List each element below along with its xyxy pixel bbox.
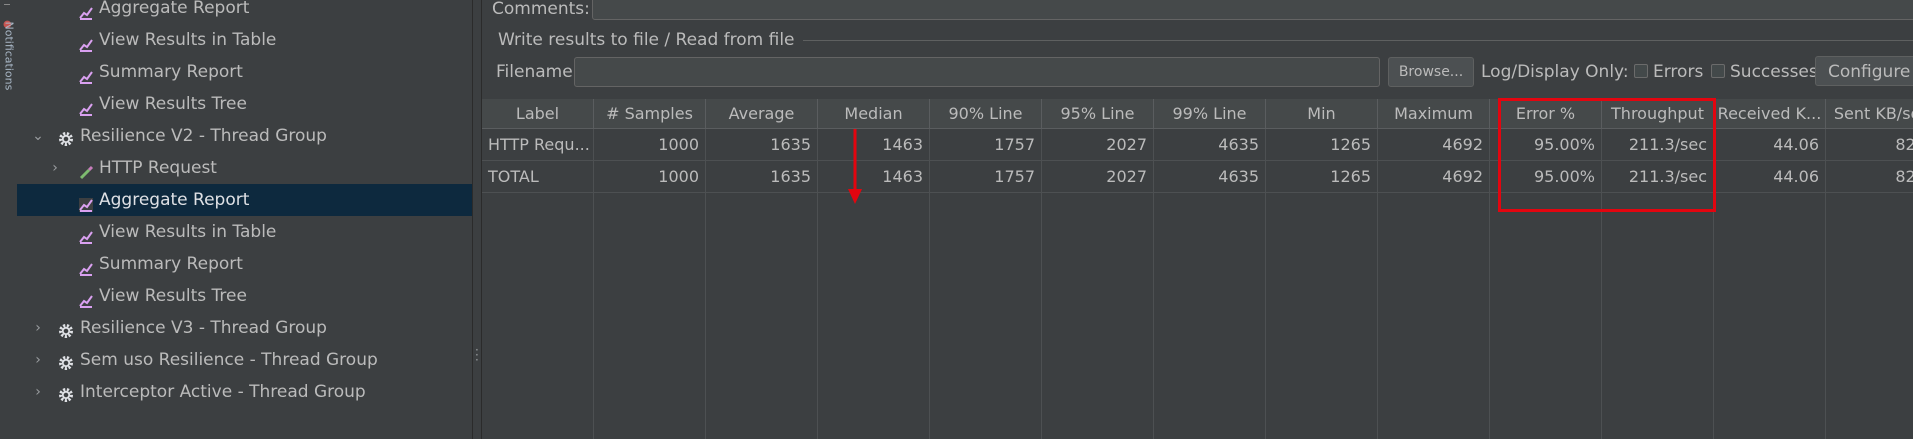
- tree-item[interactable]: Summary Report: [17, 56, 472, 88]
- tree-item-label: View Results Tree: [99, 94, 247, 114]
- gear-icon: [57, 319, 73, 338]
- column-header[interactable]: Min: [1266, 99, 1378, 129]
- table-cell[interactable]: 1757: [930, 161, 1042, 193]
- gear-icon: [57, 351, 73, 370]
- table-cell[interactable]: 4692: [1378, 129, 1490, 161]
- table-cell[interactable]: 2027: [1042, 129, 1154, 161]
- column-header[interactable]: Received K...: [1714, 99, 1826, 129]
- column-header[interactable]: 95% Line: [1042, 99, 1154, 129]
- annotation-highlight-box: [1498, 98, 1716, 212]
- comments-label: Comments:: [492, 0, 590, 19]
- tree-item-label: Summary Report: [99, 254, 243, 274]
- chevron-right-icon[interactable]: ›: [32, 344, 44, 376]
- report-chart-icon: [78, 96, 94, 116]
- column-header[interactable]: Median: [818, 99, 930, 129]
- notifications-label[interactable]: Notifications: [3, 22, 16, 112]
- filename-input[interactable]: [574, 57, 1380, 87]
- column-header[interactable]: # Samples: [594, 99, 706, 129]
- successes-checkbox[interactable]: [1711, 64, 1725, 78]
- tree-item[interactable]: View Results in Table: [17, 216, 472, 248]
- column-header[interactable]: Sent KB/sec: [1826, 99, 1913, 129]
- tree-item[interactable]: ⌄ Resilience V2 - Thread Group: [17, 120, 472, 152]
- tree-item[interactable]: Aggregate Report: [17, 184, 472, 216]
- tree-item[interactable]: › HTTP Request: [17, 152, 472, 184]
- tree-item-label: Aggregate Report: [99, 0, 250, 18]
- report-chart-icon: [78, 288, 94, 308]
- tree-item[interactable]: View Results in Table: [17, 24, 472, 56]
- tree-item-label: View Results Tree: [99, 286, 247, 306]
- filename-label: Filename: [496, 62, 573, 82]
- tree-item[interactable]: › Sem uso Resilience - Thread Group: [17, 344, 472, 376]
- table-cell[interactable]: 44.06: [1714, 129, 1826, 161]
- gear-icon: [57, 127, 73, 146]
- report-chart-icon: [78, 192, 94, 212]
- table-cell[interactable]: HTTP Requ...: [482, 129, 594, 161]
- tree-item-label: Aggregate Report: [99, 190, 250, 210]
- http-sampler-icon: [78, 160, 94, 180]
- table-cell[interactable]: 1000: [594, 161, 706, 193]
- browse-button[interactable]: Browse...: [1388, 57, 1474, 87]
- chevron-down-icon[interactable]: ⌄: [32, 120, 44, 152]
- errors-checkbox[interactable]: [1634, 64, 1648, 78]
- write-results-section-title: Write results to file / Read from file: [492, 28, 803, 52]
- chevron-right-icon[interactable]: ›: [49, 152, 61, 184]
- column-header[interactable]: 99% Line: [1154, 99, 1266, 129]
- table-cell[interactable]: 82...: [1826, 161, 1913, 193]
- table-cell[interactable]: 1265: [1266, 129, 1378, 161]
- tree-item[interactable]: › Resilience V3 - Thread Group: [17, 312, 472, 344]
- table-cell[interactable]: 4635: [1154, 129, 1266, 161]
- test-plan-tree[interactable]: Aggregate Report View Results in Table Sum…: [17, 0, 472, 439]
- successes-checkbox-label[interactable]: Successes: [1730, 62, 1818, 82]
- table-cell[interactable]: 1000: [594, 129, 706, 161]
- table-cell[interactable]: 1757: [930, 129, 1042, 161]
- comments-input[interactable]: [592, 0, 1913, 20]
- splitter-grip-icon[interactable]: · · ·: [475, 344, 479, 366]
- table-cell[interactable]: 1463: [818, 161, 930, 193]
- tree-item[interactable]: Summary Report: [17, 248, 472, 280]
- column-header[interactable]: Label: [482, 99, 594, 129]
- tree-item-label: Resilience V2 - Thread Group: [80, 126, 327, 146]
- table-cell[interactable]: 44.06: [1714, 161, 1826, 193]
- tree-item-label: Resilience V3 - Thread Group: [80, 318, 327, 338]
- table-cell[interactable]: 1265: [1266, 161, 1378, 193]
- report-chart-icon: [78, 256, 94, 276]
- table-cell[interactable]: 2027: [1042, 161, 1154, 193]
- chevron-right-icon[interactable]: ›: [32, 312, 44, 344]
- tree-item[interactable]: View Results Tree: [17, 280, 472, 312]
- gear-icon: [57, 383, 73, 402]
- report-chart-icon: [78, 224, 94, 244]
- table-cell[interactable]: 4635: [1154, 161, 1266, 193]
- table-cell[interactable]: 82...: [1826, 129, 1913, 161]
- column-header[interactable]: Average: [706, 99, 818, 129]
- table-cell[interactable]: 1635: [706, 161, 818, 193]
- tree-item-label: View Results in Table: [99, 222, 277, 242]
- errors-checkbox-label[interactable]: Errors: [1653, 62, 1703, 82]
- tree-item[interactable]: › Interceptor Active - Thread Group: [17, 376, 472, 408]
- aggregate-report-panel: Comments: Write results to file / Read f…: [482, 0, 1913, 439]
- strip-top-mark: [4, 0, 10, 5]
- configure-button[interactable]: Configure: [1815, 56, 1913, 86]
- report-chart-icon: [78, 64, 94, 84]
- tree-item[interactable]: Aggregate Report: [17, 0, 472, 24]
- log-display-only-label: Log/Display Only:: [1481, 62, 1629, 82]
- tree-item[interactable]: View Results Tree: [17, 88, 472, 120]
- table-cell[interactable]: 1635: [706, 129, 818, 161]
- tree-item-label: Interceptor Active - Thread Group: [80, 382, 366, 402]
- table-cell[interactable]: TOTAL: [482, 161, 594, 193]
- table-cell[interactable]: 4692: [1378, 161, 1490, 193]
- column-header[interactable]: 90% Line: [930, 99, 1042, 129]
- tree-item-label: Summary Report: [99, 62, 243, 82]
- tree-item-label: HTTP Request: [99, 158, 217, 178]
- table-cell[interactable]: 1463: [818, 129, 930, 161]
- column-header[interactable]: Maximum: [1378, 99, 1490, 129]
- report-chart-icon: [78, 0, 94, 20]
- report-chart-icon: [78, 32, 94, 52]
- chevron-right-icon[interactable]: ›: [32, 376, 44, 408]
- panel-splitter[interactable]: · · ·: [472, 0, 482, 439]
- tree-item-label: Sem uso Resilience - Thread Group: [80, 350, 378, 370]
- annotation-down-arrow-icon: [848, 129, 862, 204]
- notifications-strip[interactable]: ● Notifications: [0, 0, 18, 439]
- tree-item-label: View Results in Table: [99, 30, 277, 50]
